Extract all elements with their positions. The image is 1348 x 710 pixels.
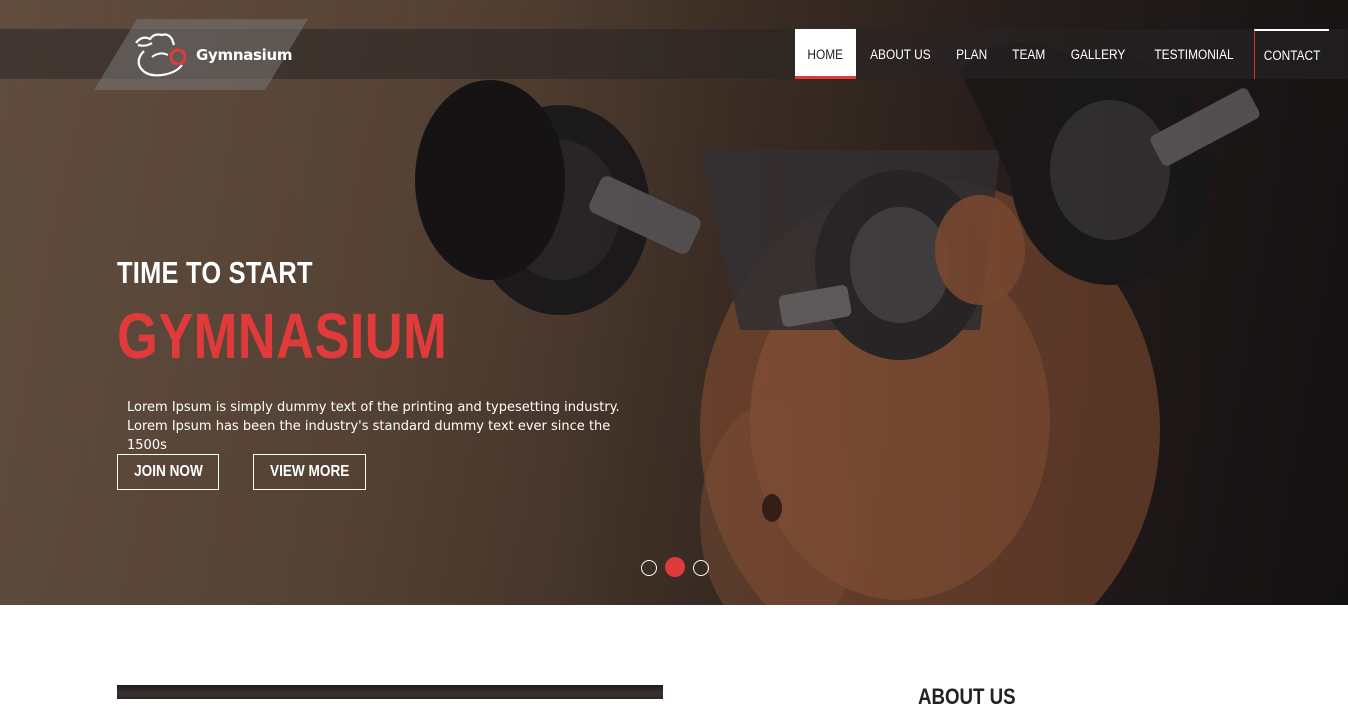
nav-testimonial[interactable]: TESTIMONIAL (1146, 29, 1243, 79)
slider-pagination (640, 557, 720, 577)
hero-eyebrow: TIME TO START (117, 255, 313, 290)
hero-headline: GYMNASIUM (117, 300, 448, 372)
view-more-button[interactable]: VIEW MORE (253, 454, 366, 490)
nav-team[interactable]: TEAM (1003, 29, 1054, 79)
hero-description: Lorem Ipsum is simply dummy text of the … (127, 400, 620, 453)
site-logo[interactable]: Gymnasium (94, 19, 308, 90)
slider-dot-1[interactable] (641, 560, 657, 576)
flexed-arm-icon (135, 33, 187, 77)
slider-dot-3[interactable] (693, 560, 709, 576)
nav-gallery[interactable]: GALLERY (1062, 29, 1134, 79)
logo-text: Gymnasium (196, 46, 293, 64)
slider-dot-2[interactable] (665, 557, 685, 577)
join-now-button[interactable]: JOIN NOW (117, 454, 219, 490)
nav-contact[interactable]: CONTACT (1254, 29, 1330, 79)
nav-home[interactable]: HOME (795, 29, 856, 79)
main-nav: HOME ABOUT US PLAN TEAM GALLERY TESTIMON… (795, 29, 1334, 79)
about-heading: ABOUT US (918, 684, 1016, 709)
about-image (117, 685, 663, 699)
nav-plan[interactable]: PLAN (948, 29, 997, 79)
nav-about-us[interactable]: ABOUT US (861, 29, 939, 79)
